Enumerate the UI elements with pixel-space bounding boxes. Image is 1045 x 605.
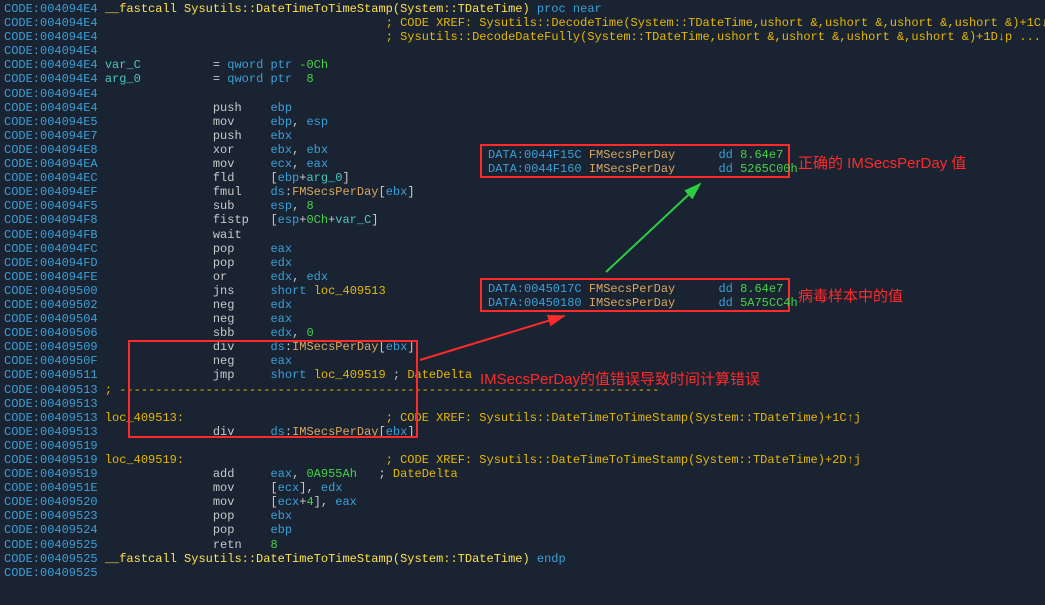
asm-line: CODE:004094F5 sub esp, 8 [4,199,1041,213]
asm-line: CODE:00409523 pop ebx [4,509,1041,523]
asm-line: CODE:00409525 [4,566,1041,580]
asm-line: CODE:004094E4 ; Sysutils::DecodeDateFull… [4,30,1041,44]
asm-line: CODE:004094EC fld [ebp+arg_0] [4,171,1041,185]
asm-line [4,580,1041,594]
asm-line: CODE:004094FE or edx, edx [4,270,1041,284]
asm-line: CODE:004094FC pop eax [4,242,1041,256]
asm-line: CODE:00409513 loc_409513: ; CODE XREF: S… [4,411,1041,425]
asm-line: CODE:00409511 jmp short loc_409519 ; Dat… [4,368,1041,382]
asm-line: CODE:0040951E mov [ecx], edx [4,481,1041,495]
asm-line: CODE:00409513 [4,397,1041,411]
asm-line: CODE:004094E4 [4,44,1041,58]
asm-line: CODE:004094E4 var_C = qword ptr -0Ch [4,58,1041,72]
asm-line: CODE:004094E5 mov ebp, esp [4,115,1041,129]
asm-line: CODE:004094E4 ; CODE XREF: Sysutils::Dec… [4,16,1041,30]
asm-line: CODE:00409502 neg edx [4,298,1041,312]
asm-line: CODE:004094E4 [4,87,1041,101]
asm-line: CODE:004094FD pop edx [4,256,1041,270]
asm-line: CODE:00409525 __fastcall Sysutils::DateT… [4,552,1041,566]
asm-line: CODE:00409525 retn 8 [4,538,1041,552]
asm-line: CODE:004094E4 __fastcall Sysutils::DateT… [4,2,1041,16]
asm-line: CODE:00409519 [4,439,1041,453]
asm-line: CODE:00409504 neg eax [4,312,1041,326]
asm-line: CODE:00409513 ; ------------------------… [4,383,1041,397]
asm-line: CODE:00409500 jns short loc_409513 [4,284,1041,298]
asm-line: CODE:00409519 add eax, 0A955Ah ; DateDel… [4,467,1041,481]
asm-line: CODE:00409513 div ds:IMSecsPerDay[ebx] [4,425,1041,439]
asm-line: CODE:004094E8 xor ebx, ebx [4,143,1041,157]
asm-line: CODE:004094EF fmul ds:FMSecsPerDay[ebx] [4,185,1041,199]
asm-line: CODE:004094F8 fistp [esp+0Ch+var_C] [4,213,1041,227]
asm-line: CODE:00409506 sbb edx, 0 [4,326,1041,340]
asm-line: CODE:004094E7 push ebx [4,129,1041,143]
asm-line: CODE:00409519 loc_409519: ; CODE XREF: S… [4,453,1041,467]
asm-line: CODE:00409520 mov [ecx+4], eax [4,495,1041,509]
asm-line: CODE:004094E4 arg_0 = qword ptr 8 [4,72,1041,86]
asm-line: CODE:004094FB wait [4,228,1041,242]
asm-line: CODE:00409524 pop ebp [4,523,1041,537]
asm-line: CODE:004094E4 push ebp [4,101,1041,115]
asm-line: CODE:004094EA mov ecx, eax [4,157,1041,171]
asm-line: CODE:0040950F neg eax [4,354,1041,368]
disassembly-listing: CODE:004094E4 __fastcall Sysutils::DateT… [0,0,1045,596]
asm-line: CODE:00409509 div ds:IMSecsPerDay[ebx] [4,340,1041,354]
